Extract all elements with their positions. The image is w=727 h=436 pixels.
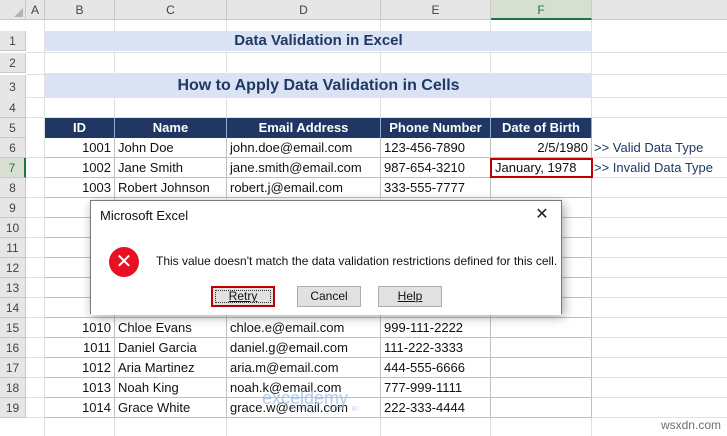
row-header-6[interactable]: 6 — [0, 138, 26, 158]
column-header-e[interactable]: E — [381, 0, 491, 20]
active-cell-dob-invalid[interactable]: January, 1978 — [490, 158, 593, 178]
column-header-b[interactable]: B — [45, 0, 115, 20]
cell-email[interactable]: daniel.g@email.com — [227, 338, 381, 358]
sheet-subtitle: How to Apply Data Validation in Cells — [45, 73, 592, 98]
cell-name[interactable]: Noah King — [115, 378, 227, 398]
cell-dob[interactable]: 2/5/1980 — [491, 138, 592, 158]
cancel-button[interactable]: Cancel — [297, 286, 361, 307]
cell-id[interactable]: 1012 — [45, 358, 115, 378]
row-header-18[interactable]: 18 — [0, 378, 26, 398]
column-header-f[interactable]: F — [491, 0, 592, 20]
column-header-a[interactable]: A — [26, 0, 45, 20]
cell-id[interactable]: 1002 — [45, 158, 115, 178]
cell-email[interactable]: chloe.e@email.com — [227, 318, 381, 338]
cell-dob[interactable] — [491, 378, 592, 398]
validation-error-dialog: Microsoft Excel ✕ ✕ This value doesn't m… — [90, 200, 562, 315]
help-button[interactable]: Help — [378, 286, 442, 307]
sheet-title: Data Validation in Excel — [45, 31, 592, 51]
cell-phone[interactable]: 987-654-3210 — [381, 158, 491, 178]
column-header-d[interactable]: D — [227, 0, 381, 20]
watermark-tagline: EXCEL · DATA · BI — [292, 406, 360, 413]
header-dob: Date of Birth — [491, 118, 592, 138]
cell-dob[interactable] — [491, 398, 592, 418]
cell-id[interactable]: 1013 — [45, 378, 115, 398]
cell-id[interactable]: 1003 — [45, 178, 115, 198]
watermark-text: exceldemy — [262, 388, 349, 408]
row-header-4[interactable]: 4 — [0, 98, 26, 118]
help-button-label: Help — [397, 289, 423, 303]
cell-name[interactable]: Daniel Garcia — [115, 338, 227, 358]
row-header-2[interactable]: 2 — [0, 53, 26, 73]
column-header-c[interactable]: C — [115, 0, 227, 20]
cell-name[interactable]: Aria Martinez — [115, 358, 227, 378]
cell-dob[interactable] — [491, 178, 592, 198]
cell-name[interactable]: Chloe Evans — [115, 318, 227, 338]
dialog-title: Microsoft Excel — [100, 208, 189, 223]
cell-dob[interactable] — [491, 318, 592, 338]
row-header-16[interactable]: 16 — [0, 338, 26, 358]
cell-phone[interactable]: 111-222-3333 — [381, 338, 491, 358]
dialog-message: This value doesn't match the data valida… — [156, 254, 558, 268]
close-icon[interactable]: ✕ — [529, 204, 555, 226]
cell-id[interactable]: 1011 — [45, 338, 115, 358]
note-invalid: >> Invalid Data Type — [594, 160, 714, 175]
cell-dob[interactable] — [491, 358, 592, 378]
row-header-7[interactable]: 7 — [0, 158, 26, 178]
retry-button[interactable]: Retry — [211, 286, 275, 307]
watermark-logo: exceldemy EXCEL · DATA · BI — [262, 388, 359, 413]
row-header-9[interactable]: 9 — [0, 198, 26, 218]
row-header-17[interactable]: 17 — [0, 358, 26, 378]
cell-email[interactable]: aria.m@email.com — [227, 358, 381, 378]
header-email: Email Address — [227, 118, 381, 138]
row-header-5[interactable]: 5 — [0, 118, 26, 138]
cell-email[interactable]: jane.smith@email.com — [227, 158, 381, 178]
cell-phone[interactable]: 333-555-7777 — [381, 178, 491, 198]
cell-name[interactable]: John Doe — [115, 138, 227, 158]
cell-email[interactable]: john.doe@email.com — [227, 138, 381, 158]
row-header-11[interactable]: 11 — [0, 238, 26, 258]
cell-id[interactable]: 1014 — [45, 398, 115, 418]
column-header-empty[interactable] — [592, 0, 727, 20]
row-header-14[interactable]: 14 — [0, 298, 26, 318]
cell-phone[interactable]: 777-999-1111 — [381, 378, 491, 398]
error-x-icon: ✕ — [109, 247, 139, 277]
row-header-13[interactable]: 13 — [0, 278, 26, 298]
cell-id[interactable]: 1001 — [45, 138, 115, 158]
cell-dob[interactable] — [491, 338, 592, 358]
cell-email[interactable]: robert.j@email.com — [227, 178, 381, 198]
retry-button-label: Retry — [228, 289, 258, 303]
row-header-10[interactable]: 10 — [0, 218, 26, 238]
cell-phone[interactable]: 222-333-4444 — [381, 398, 491, 418]
note-valid: >> Valid Data Type — [594, 140, 704, 155]
cell-phone[interactable]: 999-111-2222 — [381, 318, 491, 338]
row-header-15[interactable]: 15 — [0, 318, 26, 338]
select-all-corner[interactable] — [0, 0, 26, 20]
header-name: Name — [115, 118, 227, 138]
site-credit: wsxdn.com — [660, 418, 721, 432]
header-id: ID — [45, 118, 115, 138]
cell-name[interactable]: Grace White — [115, 398, 227, 418]
row-header-3[interactable]: 3 — [0, 75, 26, 100]
row-header-1[interactable]: 1 — [0, 31, 26, 51]
cell-name[interactable]: Robert Johnson — [115, 178, 227, 198]
cell-phone[interactable]: 444-555-6666 — [381, 358, 491, 378]
row-header-19[interactable]: 19 — [0, 398, 26, 418]
dialog-body: ✕ This value doesn't match the data vali… — [91, 231, 561, 315]
cell-name[interactable]: Jane Smith — [115, 158, 227, 178]
header-phone: Phone Number — [381, 118, 491, 138]
cell-id[interactable]: 1010 — [45, 318, 115, 338]
row-header-8[interactable]: 8 — [0, 178, 26, 198]
cell-phone[interactable]: 123-456-7890 — [381, 138, 491, 158]
row-header-12[interactable]: 12 — [0, 258, 26, 278]
